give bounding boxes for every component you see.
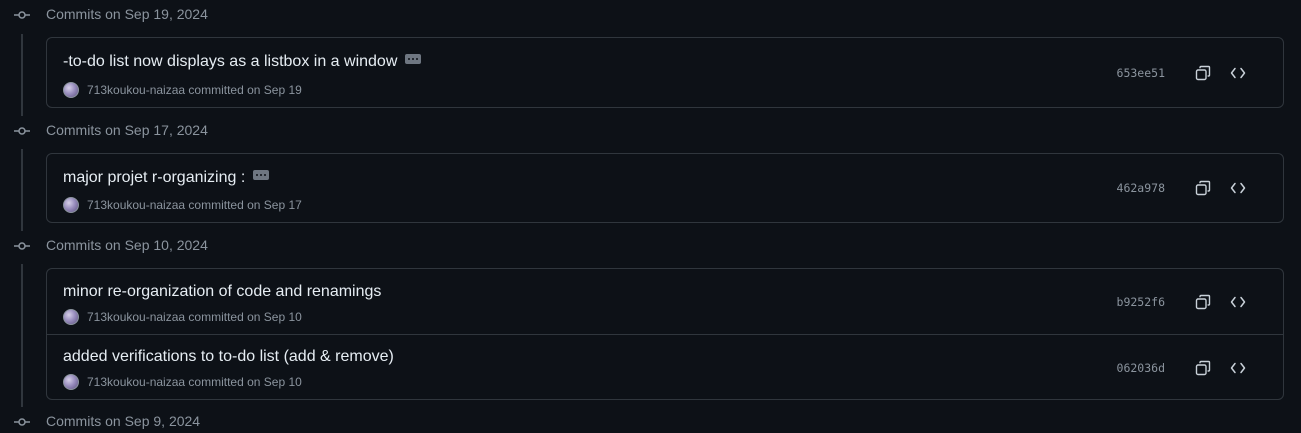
commit-date: committed on Sep 19	[188, 83, 302, 97]
browse-repo-button[interactable]	[1227, 62, 1249, 84]
copy-icon	[1195, 65, 1211, 80]
commit-row: major projet r-organizing : 713koukou-na…	[47, 154, 1283, 222]
commit-title-link[interactable]: added verifications to to-do list (add &…	[63, 348, 394, 366]
copy-icon	[1195, 360, 1211, 375]
browse-repo-button[interactable]	[1227, 177, 1249, 199]
commit-date: committed on Sep 10	[188, 375, 302, 389]
browse-repo-button[interactable]	[1227, 357, 1249, 379]
git-commit-icon	[14, 418, 30, 426]
avatar[interactable]	[63, 374, 79, 390]
commit-sha-link[interactable]: b9252f6	[1117, 295, 1165, 309]
avatar[interactable]	[63, 82, 79, 98]
commit-title-link[interactable]: -to-do list now displays as a listbox in…	[63, 53, 397, 71]
copy-sha-button[interactable]	[1192, 177, 1214, 199]
commit-row: minor re-organization of code and renami…	[47, 269, 1283, 334]
commit-group-date: Commits on Sep 19, 2024	[46, 6, 208, 22]
commit-row: -to-do list now displays as a listbox in…	[47, 38, 1283, 107]
git-commit-icon	[14, 11, 30, 19]
avatar[interactable]	[63, 197, 79, 213]
code-icon	[1230, 67, 1246, 78]
commit-list-box: minor re-organization of code and renami…	[46, 268, 1284, 400]
commit-list-box: -to-do list now displays as a listbox in…	[46, 37, 1284, 108]
commit-group-date: Commits on Sep 9, 2024	[46, 413, 201, 429]
commit-author-link[interactable]: 713koukou-naizaa	[87, 198, 185, 212]
timeline-line	[21, 264, 23, 407]
commit-title-link[interactable]: minor re-organization of code and renami…	[63, 283, 381, 301]
commit-timeline: Commits on Sep 19, 2024 -to-do list now …	[0, 0, 1301, 429]
commit-sha-link[interactable]: 062036d	[1117, 361, 1165, 375]
copy-icon	[1195, 294, 1211, 309]
copy-sha-button[interactable]	[1192, 291, 1214, 313]
commit-group-date: Commits on Sep 17, 2024	[46, 122, 208, 138]
code-icon	[1230, 362, 1246, 373]
copy-icon	[1195, 180, 1211, 196]
copy-sha-button[interactable]	[1192, 357, 1214, 379]
ellipsis-icon[interactable]	[405, 54, 422, 64]
commit-date: committed on Sep 10	[188, 310, 302, 324]
timeline-line	[21, 34, 23, 116]
commit-group-date: Commits on Sep 10, 2024	[46, 237, 208, 253]
commit-title-link[interactable]: major projet r-organizing :	[63, 169, 245, 187]
git-commit-icon	[14, 127, 30, 135]
commit-author-link[interactable]: 713koukou-naizaa	[87, 310, 185, 324]
code-icon	[1230, 182, 1246, 194]
commit-date: committed on Sep 17	[188, 198, 302, 212]
browse-repo-button[interactable]	[1227, 291, 1249, 313]
avatar[interactable]	[63, 309, 79, 325]
commit-sha-link[interactable]: 653ee51	[1117, 66, 1165, 80]
commit-sha-link[interactable]: 462a978	[1117, 181, 1165, 195]
copy-sha-button[interactable]	[1192, 62, 1214, 84]
commit-row: added verifications to to-do list (add &…	[47, 334, 1283, 399]
commit-list-box: major projet r-organizing : 713koukou-na…	[46, 153, 1284, 223]
commit-author-link[interactable]: 713koukou-naizaa	[87, 83, 185, 97]
commit-author-link[interactable]: 713koukou-naizaa	[87, 375, 185, 389]
timeline-line	[21, 149, 23, 231]
code-icon	[1230, 296, 1246, 307]
git-commit-icon	[14, 242, 30, 250]
ellipsis-icon[interactable]	[253, 170, 270, 180]
